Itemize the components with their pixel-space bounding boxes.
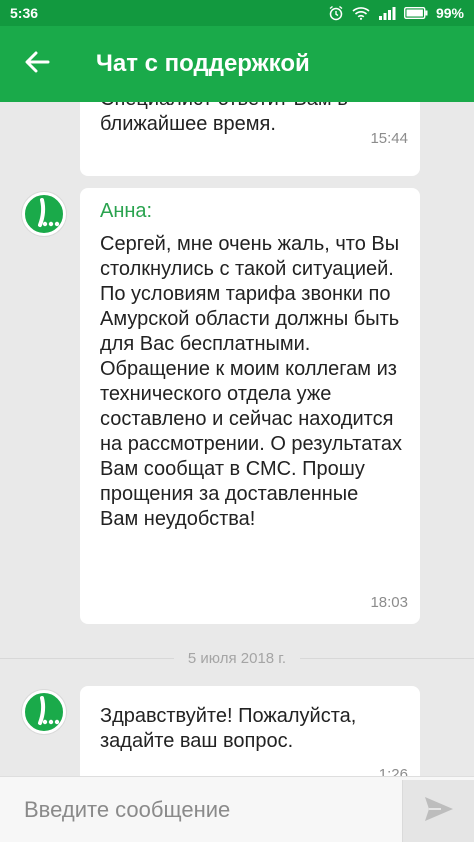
message-text: Сергей, мне очень жаль, что Вы столкнули…: [100, 233, 402, 530]
arrow-left-icon: [24, 51, 50, 78]
message-sender: Анна:: [100, 200, 153, 222]
signal-icon: [378, 6, 396, 20]
avatar: [22, 192, 66, 236]
wifi-icon: [352, 6, 370, 20]
megafon-logo-icon: [38, 696, 60, 725]
page-title: Чат с поддержкой: [96, 50, 310, 77]
message-text: Специалист ответит Вам в ближайшее время…: [100, 102, 348, 135]
chat-messages[interactable]: Специалист ответит Вам в ближайшее время…: [0, 102, 474, 776]
status-time: 5:36: [10, 5, 39, 21]
message-bubble: Анна: Сергей, мне очень жаль, что Вы сто…: [80, 188, 420, 624]
message-text: Здравствуйте! Пожалуйста, задайте ваш во…: [100, 705, 357, 752]
alarm-icon: [328, 5, 344, 21]
megafon-logo-icon: [38, 198, 60, 227]
message-bubble: Специалист ответит Вам в ближайшее время…: [80, 102, 420, 176]
date-separator: 5 июля 2018 г.: [0, 648, 474, 668]
date-label: 5 июля 2018 г.: [187, 649, 287, 667]
message-bubble: Здравствуйте! Пожалуйста, задайте ваш во…: [80, 686, 420, 776]
battery-icon: [403, 7, 428, 19]
avatar: [22, 690, 66, 734]
send-button[interactable]: [402, 780, 474, 842]
app-bar: Чат с поддержкой: [0, 26, 474, 102]
message-input[interactable]: [24, 797, 384, 823]
send-icon: [423, 795, 455, 828]
status-bar: 5:36 99%: [0, 0, 474, 26]
message-time: 15:44: [370, 130, 408, 147]
back-button[interactable]: [0, 26, 74, 102]
message-time: 18:03: [370, 594, 408, 611]
message-time: 1:26: [378, 766, 408, 776]
battery-level: 99%: [435, 5, 464, 21]
